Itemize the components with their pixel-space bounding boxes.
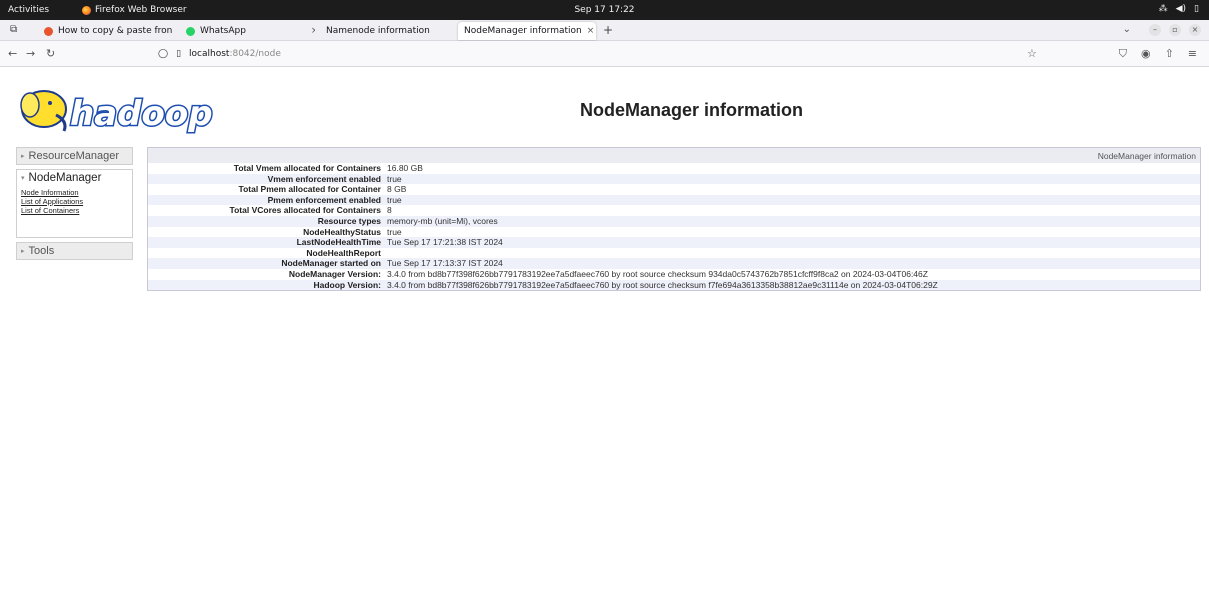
window-controls: – ▫ × [1149, 24, 1201, 36]
row-key: LastNodeHealthTime [296, 237, 381, 248]
chevron-down-icon: ▾ [21, 175, 25, 182]
close-icon[interactable]: × [587, 26, 595, 36]
reload-icon[interactable]: ↻ [46, 47, 55, 60]
table-row: LastNodeHealthTime Tue Sep 17 17:21:38 IS… [148, 237, 1200, 248]
table-row: Hadoop Version: 3.4.0 from bd8b77f398f626… [148, 279, 1200, 291]
page-icon: ▯ [176, 49, 182, 59]
row-value: Tue Sep 17 17:13:37 IST 2024 [387, 258, 503, 269]
row-key: NodeManager started on [281, 258, 381, 269]
table-row: NodeManager started on Tue Sep 17 17:13:3… [148, 258, 1200, 269]
sidebar-nodemanager[interactable]: ▾ NodeManager Node Information List of Ap… [16, 169, 133, 238]
info-panel-header: NodeManager information [148, 148, 1200, 163]
minimize-icon[interactable]: – [1149, 24, 1161, 36]
row-value: true [387, 194, 402, 205]
table-row: Total Vmem allocated for Containers 16.80… [148, 163, 1200, 174]
row-value: 8 GB [387, 184, 407, 195]
menu-icon[interactable]: ≡ [1188, 47, 1197, 61]
url-bar[interactable]: ◯ ▯ localhost:8042/node [150, 44, 1050, 64]
row-key: NodeHealthReport [306, 247, 381, 258]
info-table: Total Vmem allocated for Containers 16.80… [148, 163, 1200, 291]
table-row: Pmem enforcement enabled true [148, 194, 1200, 206]
sidebar-item-label: ResourceManager [28, 150, 120, 162]
row-value: 16.80 GB [387, 163, 423, 173]
tab-label: Namenode information [326, 26, 430, 36]
row-value: Tue Sep 17 17:21:38 IST 2024 [387, 237, 503, 248]
forward-icon[interactable]: → [26, 47, 35, 60]
table-row: Vmem enforcement enabled true [148, 173, 1200, 185]
tab-strip: ⧉ How to copy & paste fron × WhatsApp × … [0, 20, 1209, 41]
info-panel: NodeManager information Total Vmem alloc… [147, 147, 1201, 292]
link-list-of-applications[interactable]: List of Applications [21, 197, 128, 206]
tab-list-icon[interactable]: ⧉ [10, 24, 17, 35]
sidebar-resourcemanager[interactable]: ▸ ResourceManager [16, 147, 133, 165]
url-host: localhost [189, 49, 230, 59]
system-top-bar: Activities Firefox Web Browser Sep 17 17… [0, 0, 1209, 20]
row-value: memory-mb (unit=Mi), vcores [387, 215, 498, 226]
row-value: 3.4.0 from bd8b77f398f626bb7791783192ee7… [387, 279, 938, 290]
battery-icon: ▯ [1194, 4, 1199, 14]
close-icon[interactable]: × [311, 26, 315, 36]
favicon-icon [44, 26, 53, 36]
chevron-right-icon: ▸ [21, 153, 25, 160]
chevron-down-icon[interactable]: ⌄ [1123, 24, 1131, 35]
clock[interactable]: Sep 17 17:22 [0, 5, 1209, 15]
bookmark-star-icon[interactable]: ☆ [1027, 47, 1037, 60]
hadoop-logo[interactable]: hadoop [16, 85, 216, 135]
row-key: Pmem enforcement enabled [267, 194, 381, 205]
account-icon[interactable]: ◉ [1141, 47, 1151, 61]
row-value [385, 248, 1200, 259]
maximize-icon[interactable]: ▫ [1169, 24, 1181, 36]
row-key: Total Vmem allocated for Containers [233, 163, 381, 173]
back-icon[interactable]: ← [8, 47, 17, 60]
close-window-icon[interactable]: × [1189, 24, 1201, 36]
tab-whatsapp[interactable]: WhatsApp × [180, 22, 315, 40]
page-content: hadoop NodeManager information ▸ Resource… [0, 67, 1209, 608]
row-key: NodeHealthyStatus [303, 226, 381, 237]
row-key: Resource types [317, 215, 381, 226]
system-tray[interactable]: ⁂ ◀) ▯ [1159, 4, 1199, 14]
elephant-icon [20, 90, 67, 132]
share-icon[interactable]: ⇧ [1165, 47, 1174, 61]
url-path: :8042/node [229, 49, 281, 59]
row-value: 8 [387, 205, 392, 216]
nav-bar: ← → ↻ ◯ ▯ localhost:8042/node ☆ ⛉ ◉ ⇧ ≡ [0, 41, 1209, 67]
row-value: 3.4.0 from bd8b77f398f626bb7791783192ee7… [387, 268, 928, 279]
row-key: Hadoop Version: [313, 279, 381, 290]
row-key: Vmem enforcement enabled [267, 173, 381, 184]
sidebar-item-label: NodeManager [28, 172, 102, 184]
table-row: NodeHealthyStatus true [148, 227, 1200, 238]
chevron-right-icon: ▸ [21, 248, 25, 255]
row-key: Total VCores allocated for Containers [229, 205, 381, 216]
table-row: NodeManager Version: 3.4.0 from bd8b77f39… [148, 269, 1200, 280]
shield-icon: ◯ [158, 49, 169, 59]
tab-label: WhatsApp [200, 26, 246, 36]
close-icon[interactable]: × [177, 26, 178, 36]
tab-label: NodeManager information [464, 26, 582, 36]
pocket-icon[interactable]: ⛉ [1119, 47, 1127, 61]
row-key: Total Pmem allocated for Container [238, 184, 381, 195]
toolbar-icons: ⛉ ◉ ⇧ ≡ [1119, 47, 1197, 61]
row-value: true [387, 226, 402, 237]
table-row: Total VCores allocated for Containers 8 [148, 205, 1200, 216]
sidebar: ▸ ResourceManager ▾ NodeManager Node Infor… [16, 147, 133, 264]
table-row: Resource types memory-mb (unit=Mi), vcore… [148, 215, 1200, 227]
tab-nodemanager[interactable]: NodeManager information × [458, 22, 596, 40]
network-icon: ⁂ [1158, 4, 1168, 14]
row-value: true [387, 173, 402, 184]
volume-icon: ◀) [1175, 4, 1187, 14]
link-node-information[interactable]: Node Information [21, 188, 128, 197]
logo-text: hadoop [70, 94, 213, 134]
tab-namenode[interactable]: Namenode information [320, 22, 455, 40]
table-row: NodeHealthReport [148, 248, 1200, 259]
tab-copy-paste[interactable]: How to copy & paste fron × [38, 22, 178, 40]
new-tab-icon[interactable]: + [603, 23, 613, 37]
whatsapp-icon [186, 26, 195, 36]
tab-label: How to copy & paste fron [58, 26, 173, 36]
sidebar-tools[interactable]: ▸ Tools [16, 242, 133, 260]
page-title: NodeManager information [580, 100, 804, 120]
table-row: Total Pmem allocated for Container 8 GB [148, 184, 1200, 195]
sidebar-item-label: Tools [28, 245, 55, 257]
row-key: NodeManager Version: [288, 268, 381, 279]
link-list-of-containers[interactable]: List of Containers [21, 206, 128, 215]
